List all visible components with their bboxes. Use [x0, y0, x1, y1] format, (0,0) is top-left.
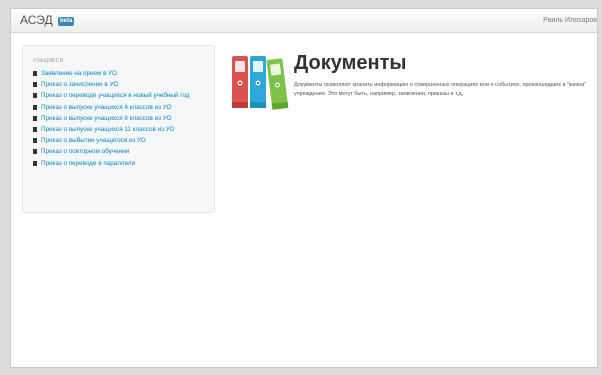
user-name-link[interactable]: Раиль Илоsaров [543, 17, 597, 24]
document-icon [33, 93, 37, 99]
sidebar-item-label[interactable]: Приказ о повторном обучении [41, 148, 129, 155]
document-icon [33, 127, 37, 133]
document-icon [33, 160, 37, 166]
document-icon [33, 82, 37, 88]
brand[interactable]: АСЭД beta [20, 13, 75, 27]
sidebar-item-withdrawal[interactable]: Приказ о выбытии учащегося из УО [33, 135, 214, 146]
document-icon [33, 115, 37, 121]
sidebar-item-transfer-new-year[interactable]: Приказ о переводе учащихся в новый учебн… [33, 90, 214, 101]
page-description: Документы позволяют хранить информацию о… [294, 82, 587, 97]
top-navbar: АСЭД beta Раиль Илоsaров [11, 9, 597, 33]
sidebar-item-graduation-4[interactable]: Приказ о выпуске учащихся 4 классов из У… [33, 102, 214, 113]
document-icon [33, 149, 37, 155]
document-icon [33, 104, 37, 110]
sidebar-item-application[interactable]: Заявление на прием в УО [33, 68, 214, 79]
sidebar-item-label[interactable]: Приказ о выпуске учащихся 4 классов из У… [41, 104, 171, 111]
sidebar-item-label[interactable]: Приказ о выбытии учащегося из УО [41, 137, 146, 144]
sidebar-item-enrollment-order[interactable]: Приказ о зачислении в УО [33, 79, 214, 90]
sidebar-item-graduation-11[interactable]: Приказ о выпуске учащихся 11 классов из … [33, 124, 214, 135]
brand-name: АСЭД [20, 13, 53, 27]
binders-icon [232, 56, 289, 110]
sidebar-item-parallel-transfer[interactable]: Приказ о переводе в параллели [33, 158, 214, 169]
app-window: АСЭД beta Раиль Илоsaров УЧАЩИЕСЯ Заявле… [10, 8, 598, 368]
sidebar-item-label[interactable]: Приказ о зачислении в УО [41, 81, 118, 88]
sidebar-item-repeat-study[interactable]: Приказ о повторном обучении [33, 146, 214, 157]
document-icon [33, 138, 37, 144]
sidebar-item-graduation-9[interactable]: Приказ о выпуске учащихся 9 классов из У… [33, 113, 214, 124]
sidebar-list: Заявление на прием в УО Приказ о зачисле… [33, 68, 214, 169]
page-title: Документы [294, 52, 407, 74]
sidebar-item-label[interactable]: Приказ о переводе в параллели [41, 160, 135, 167]
sidebar-nav: УЧАЩИЕСЯ Заявление на прием в УО Приказ … [22, 45, 215, 213]
sidebar-heading: УЧАЩИЕСЯ [33, 58, 64, 64]
beta-badge: beta [57, 17, 75, 26]
document-icon [33, 71, 37, 77]
sidebar-item-label[interactable]: Приказ о выпуске учащихся 11 классов из … [41, 126, 174, 133]
sidebar-item-label[interactable]: Приказ о выпуске учащихся 9 классов из У… [41, 115, 171, 122]
sidebar-item-label[interactable]: Заявление на прием в УО [41, 70, 117, 77]
sidebar-item-label[interactable]: Приказ о переводе учащихся в новый учебн… [41, 92, 189, 99]
